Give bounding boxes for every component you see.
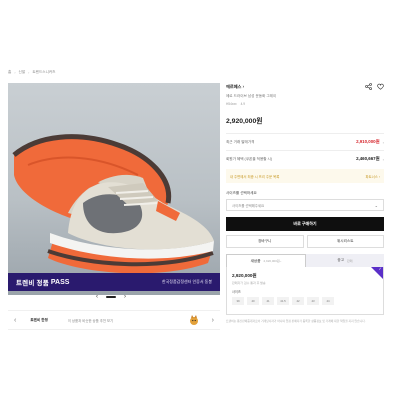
breadcrumb-item[interactable]: 신발 [19,70,26,75]
carousel-nav: ‹ › [96,294,126,300]
notice-bar[interactable]: 내 주변에서 최종 시 프리 주문 목록 파트너스 › [226,169,384,183]
related-products-strip: ‹ 트렌비 한정 이 상품과 비슷한 상품 추천 보기 › [8,310,220,330]
product-price: 2,920,000원 [226,118,263,125]
banner-title: 트렌비 정품 [16,280,49,287]
carousel-indicator [106,296,116,298]
breadcrumb-item[interactable]: 홈 [8,70,11,75]
offer-price: 2,920,000원 [232,273,257,278]
product-info-panel: 에르메스 › 에르 드라이브 남성 운동화 그레이 H54xxx 4.9 2,9… [226,83,384,323]
option-label: 사이즈를 선택하세요 [226,191,257,195]
chevron-left-icon[interactable]: ‹ [14,317,16,324]
chevron-right-icon[interactable]: › [383,140,384,145]
related-label: 트렌비 한정 [30,317,48,322]
product-image[interactable] [8,83,220,295]
chevron-left-icon[interactable]: ‹ [96,294,98,300]
tab-new[interactable]: 새상품 2,920,000원~ [226,254,306,267]
heart-icon[interactable] [377,83,384,90]
price-row: 회원가 혜택 (쿠폰을 적용할 시) 2,460,667원 › [226,150,384,167]
size-chip[interactable]: 43 [307,297,319,305]
size-chip[interactable]: 40 [247,297,259,305]
product-name: 에르 드라이브 남성 운동화 그레이 [226,94,277,98]
size-chip[interactable]: 39 [232,297,244,305]
related-info[interactable]: 이 상품과 비슷한 상품 추천 보기 [68,318,113,323]
breadcrumb-separator: › [28,70,30,75]
chevron-right-icon[interactable]: › [124,294,126,300]
banner-description: 한국정품감정센터 인증서 동봉 [161,279,212,284]
size-chips: 39 40 41 41.5 42 43 44 [232,297,378,305]
recent-price-value: 2,910,000원 [356,139,380,144]
size-chip[interactable]: 41.5 [277,297,289,305]
size-chip[interactable]: 42 [292,297,304,305]
breadcrumb: 홈 › 신발 › 트렌드스니커즈 [8,70,56,75]
cart-button[interactable]: 장바구니 [226,235,304,248]
size-chip[interactable]: 44 [322,297,334,305]
check-icon: ✓ [378,267,382,271]
size-select[interactable]: 사이즈를 선택해주세요 ⌄ [226,199,384,211]
mascot-icon [189,315,198,325]
chevron-right-icon[interactable]: › [212,317,214,324]
legal-footnote: 트렌비는 통신판매중개자로서 거래당사자가 아니며 입점 판매자가 등록한 상품… [226,319,366,323]
chevron-right-icon[interactable]: › [383,157,384,162]
sneaker-photo [12,134,214,274]
banner-pass: PASS [50,278,70,286]
buy-now-button[interactable]: 바로 구매하기 [226,217,384,231]
product-meta: H54xxx 4.9 [226,102,246,106]
offer-card[interactable]: ✓ 2,920,000원 판매자가 검수 통과 후 발송 사이즈 39 40 4… [226,267,384,315]
size-chip[interactable]: 41 [262,297,274,305]
member-price-value: 2,460,667원 [356,156,380,161]
breadcrumb-separator: › [14,70,16,75]
tab-used[interactable]: 중고 판매 [306,254,384,267]
size-label: 사이즈 [232,290,241,294]
wishlist-button[interactable]: 위시리스트 [306,235,384,248]
share-icon[interactable] [365,83,372,90]
offer-tabs: 새상품 2,920,000원~ 중고 판매 [226,254,384,267]
trenbe-pass-banner[interactable]: 트렌비 정품 PASS 한국정품감정센터 인증서 동봉 [8,273,220,291]
offer-subtext: 판매자가 검수 통과 후 발송 [232,281,266,285]
price-row: 최근 거래 발매가격 2,910,000원 › [226,133,384,150]
breadcrumb-item[interactable]: 트렌드스니커즈 [32,70,55,75]
brand-name[interactable]: 에르메스 › [226,84,244,90]
caret-down-icon: ⌄ [374,202,378,208]
